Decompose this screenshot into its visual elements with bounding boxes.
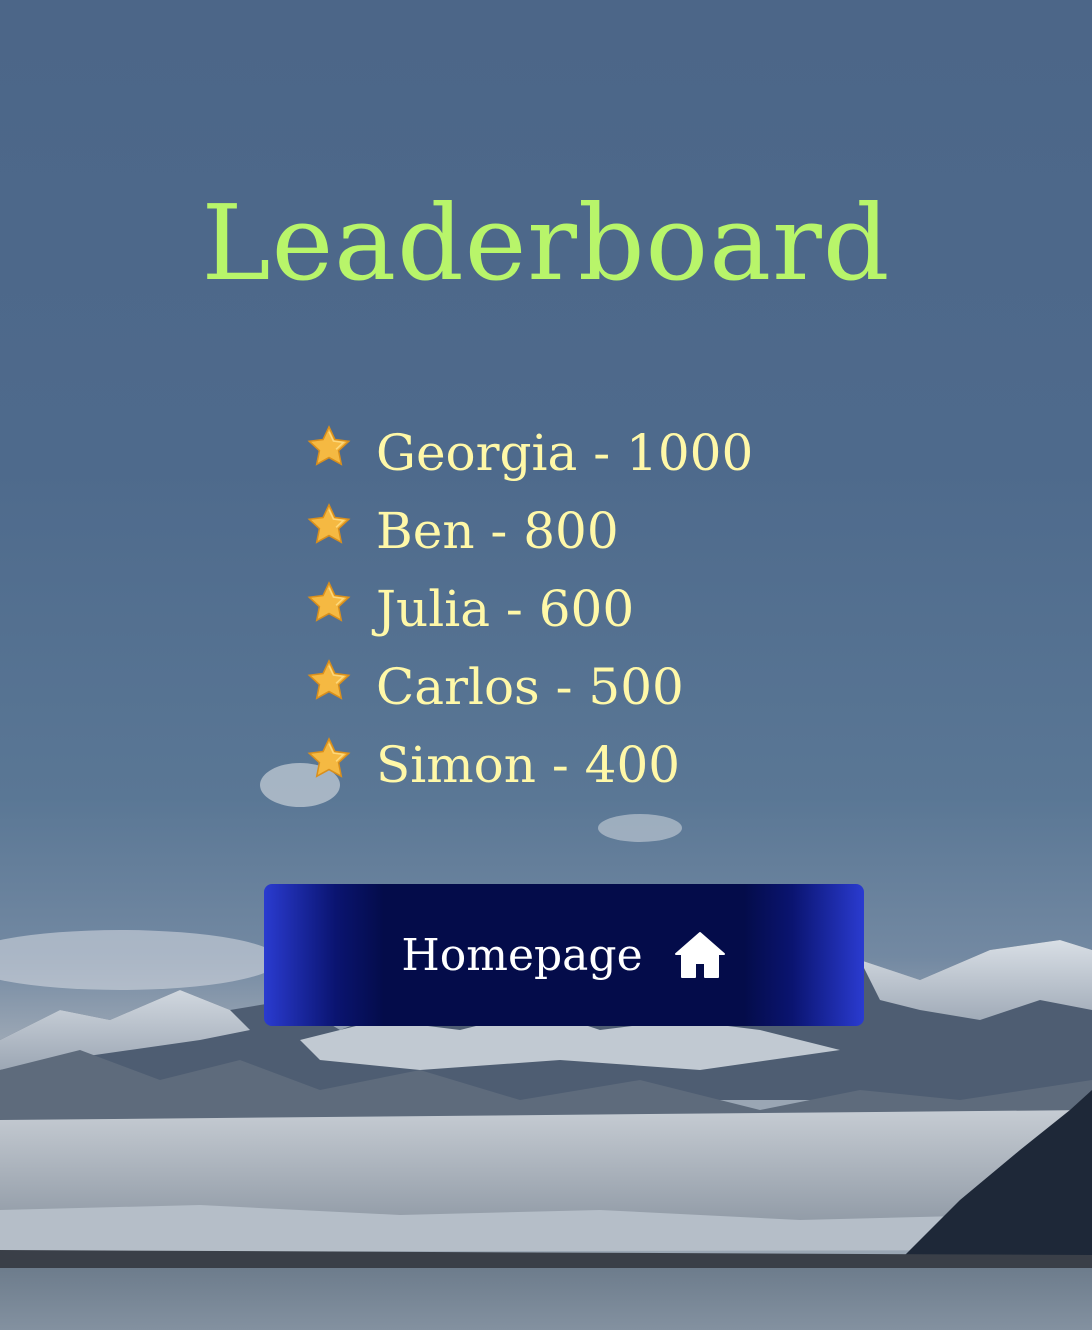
star-icon (307, 737, 351, 778)
page-title: Leaderboard (201, 182, 891, 304)
star-icon (307, 425, 351, 466)
leaderboard-entry: Ben - 800 (376, 502, 619, 560)
star-icon (307, 581, 351, 622)
list-item: Julia - 600 (306, 570, 753, 648)
star-icon (307, 659, 351, 700)
homepage-button[interactable]: Homepage (264, 884, 864, 1026)
leaderboard-list: Georgia - 1000 Ben - 800 Julia - 600 Car… (306, 414, 753, 804)
list-item: Ben - 800 (306, 492, 753, 570)
leaderboard-page: Leaderboard Georgia - 1000 Ben - 800 Jul… (0, 0, 1092, 1330)
list-item: Simon - 400 (306, 726, 753, 804)
star-icon (307, 503, 351, 544)
leaderboard-entry: Carlos - 500 (376, 658, 684, 716)
leaderboard-entry: Julia - 600 (376, 580, 635, 638)
leaderboard-entry: Simon - 400 (376, 736, 681, 794)
list-item: Georgia - 1000 (306, 414, 753, 492)
list-item: Carlos - 500 (306, 648, 753, 726)
leaderboard-entry: Georgia - 1000 (376, 424, 754, 482)
homepage-button-label: Homepage (401, 929, 643, 981)
home-icon (674, 932, 725, 978)
